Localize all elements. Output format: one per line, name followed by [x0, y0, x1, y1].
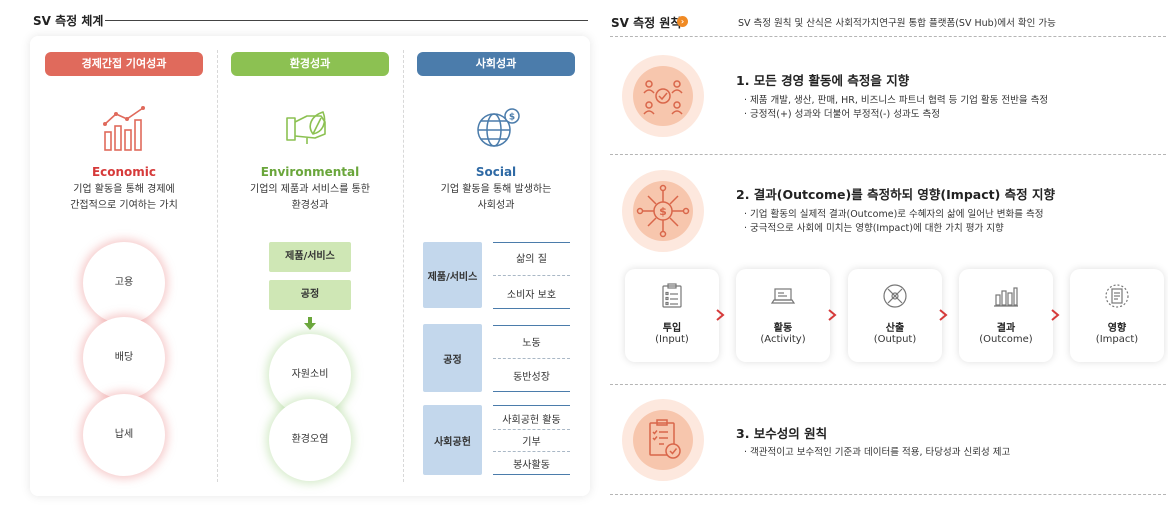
checklist-icon [662, 283, 682, 308]
sv-hub-note: SV 측정 원칙 및 산식은 사회적가치연구원 통합 플랫폼(SV Hub)에서… [738, 18, 1056, 29]
chevron-right-icon[interactable]: › [677, 16, 688, 27]
social-group-contribution: 사회공헌 [423, 405, 482, 475]
economic-description: 기업 활동을 통해 경제에 간접적으로 기여하는 가치 [70, 184, 178, 211]
environmental-box-process: 공정 [269, 280, 351, 310]
flow-step-label: 활동 [773, 323, 793, 334]
item-rule [493, 451, 570, 452]
chevron-right-icon [1051, 309, 1060, 321]
sv-principles-title: SV 측정 원칙 [611, 16, 682, 30]
sv-system-title: SV 측정 체계 [33, 14, 104, 28]
chevron-right-icon [939, 309, 948, 321]
document-target-icon [1105, 284, 1129, 308]
group-rule [493, 325, 570, 326]
dotted-separator [610, 384, 1166, 385]
arrow-down-icon [304, 317, 316, 330]
principle-2-title: 2. 결과(Outcome)를 측정하되 영향(Impact) 측정 지향 [736, 187, 1056, 202]
flow-step-sub: (Outcome) [979, 334, 1033, 345]
social-item: 소비자 보호 [506, 290, 557, 301]
economic-circle-employment: 고용 [83, 242, 165, 324]
principle-2-bullets: · 기업 활동의 실제적 결과(Outcome)로 수혜자의 삶에 일어난 변화… [744, 209, 1044, 234]
social-item: 봉사활동 [513, 460, 550, 471]
svg-text:$: $ [659, 205, 667, 218]
principle-1-title: 1. 모든 경영 활동에 측정을 지향 [736, 73, 910, 88]
dotted-separator [610, 36, 1166, 37]
chevron-right-icon [828, 309, 837, 321]
group-rule [493, 242, 570, 243]
bar-chart-icon [103, 106, 145, 151]
environmental-box-product: 제품/서비스 [269, 242, 351, 272]
social-item: 삶의 질 [516, 254, 547, 265]
tools-icon [883, 284, 907, 308]
clipboard-check-icon [622, 399, 704, 481]
item-rule [493, 358, 570, 359]
svg-text:$: $ [509, 113, 515, 123]
group-rule [493, 391, 570, 392]
flow-step-label: 영향 [1107, 323, 1127, 334]
social-group-product: 제품/서비스 [423, 242, 482, 308]
chevron-right-icon [716, 309, 725, 321]
dotted-separator [610, 154, 1166, 155]
item-rule [493, 275, 570, 276]
dollar-network-icon: $ [622, 170, 704, 252]
flow-step-sub: (Output) [873, 334, 917, 345]
social-description: 기업 활동을 통해 발생하는 사회성과 [440, 184, 552, 211]
item-rule [493, 429, 570, 430]
flow-step-label: 결과 [996, 323, 1016, 334]
social-item: 기부 [522, 437, 541, 448]
flow-step-sub: (Input) [655, 334, 689, 345]
flow-step-input: 투입 (Input) [625, 269, 719, 362]
flow-step-sub: (Activity) [760, 334, 806, 345]
group-rule [493, 308, 570, 309]
economic-circle-tax: 납세 [83, 394, 165, 476]
environmental-description: 기업의 제품과 서비스를 통한 환경성과 [250, 184, 370, 211]
group-rule [493, 474, 570, 475]
social-group-process: 공정 [423, 324, 482, 392]
column-divider [217, 50, 218, 482]
social-item: 동반성장 [513, 372, 550, 383]
principle-3-bullets: · 객관적이고 보수적인 기준과 데이터를 적용, 타당성과 신뢰성 제고 [744, 447, 1011, 458]
social-heading: Social [475, 165, 517, 179]
environmental-pill: 환경성과 [231, 52, 389, 76]
principle-3-title: 3. 보수성의 원칙 [736, 426, 828, 441]
principle-1-bullets: · 제품 개발, 생산, 판매, HR, 비즈니스 파트너 협력 등 기업 활동… [744, 95, 1049, 120]
title-rule [105, 20, 588, 21]
flow-step-impact: 영향 (Impact) [1070, 269, 1164, 362]
bar-chart-icon [994, 287, 1018, 307]
flow-step-outcome: 결과 (Outcome) [959, 269, 1053, 362]
social-item: 노동 [522, 338, 541, 349]
laptop-icon [770, 288, 796, 304]
flow-step-label: 투입 [662, 323, 682, 334]
economic-circle-dividend: 배당 [83, 317, 165, 399]
flow-step-activity: 활동 (Activity) [736, 269, 830, 362]
dotted-separator [610, 494, 1166, 495]
environmental-circle-pollution: 환경오염 [269, 399, 351, 481]
environmental-heading: Environmental [260, 165, 360, 179]
economic-pill: 경제간접 기여성과 [45, 52, 203, 76]
flow-step-output: 산출 (Output) [848, 269, 942, 362]
hand-leaf-icon [286, 111, 326, 144]
flow-step-label: 산출 [885, 323, 905, 334]
column-divider [403, 50, 404, 482]
people-network-icon [622, 55, 704, 137]
social-item: 사회공헌 활동 [502, 415, 561, 426]
economic-heading: Economic [91, 165, 157, 179]
globe-dollar-icon: $ [477, 108, 520, 147]
group-rule [493, 405, 570, 406]
flow-step-sub: (Impact) [1095, 334, 1139, 345]
social-pill: 사회성과 [417, 52, 575, 76]
